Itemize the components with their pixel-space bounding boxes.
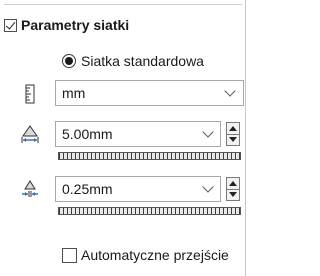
increment-arrow-icon[interactable]: [227, 123, 239, 134]
auto-transition-option[interactable]: Automatyczne przejście: [62, 246, 229, 264]
chevron-down-icon[interactable]: [196, 125, 220, 138]
global-size-value: 5.00mm: [62, 126, 113, 142]
increment-arrow-icon[interactable]: [227, 178, 239, 189]
mesh-parameters-checkbox[interactable]: [4, 18, 17, 32]
auto-transition-checkbox[interactable]: [62, 247, 77, 263]
mesh-parameters-title: Parametry siatki: [21, 17, 130, 33]
mesh-parameters-panel: Parametry siatki Siatka standardowa mm 5…: [0, 0, 246, 276]
global-size-spinner[interactable]: [226, 122, 240, 146]
global-element-size-icon: [20, 124, 40, 144]
chevron-down-icon[interactable]: [196, 180, 220, 193]
tolerance-input[interactable]: 0.25mm: [55, 176, 221, 202]
global-size-thumbwheel[interactable]: [58, 152, 241, 160]
standard-mesh-option[interactable]: Siatka standardowa: [62, 52, 204, 70]
tolerance-spinner[interactable]: [226, 177, 240, 201]
auto-transition-label: Automatyczne przejście: [81, 247, 229, 263]
chevron-down-icon[interactable]: [217, 84, 243, 97]
decrement-arrow-icon[interactable]: [227, 188, 239, 201]
standard-mesh-label: Siatka standardowa: [81, 53, 204, 69]
standard-mesh-radio[interactable]: [62, 54, 76, 68]
group-frame: [4, 4, 242, 5]
units-value: mm: [62, 85, 86, 101]
ruler-icon: [20, 84, 40, 104]
tolerance-value: 0.25mm: [62, 181, 113, 197]
tolerance-thumbwheel[interactable]: [58, 207, 241, 215]
units-select[interactable]: mm: [55, 80, 244, 106]
tolerance-icon: [20, 178, 40, 198]
global-size-input[interactable]: 5.00mm: [55, 121, 221, 147]
mesh-parameters-header[interactable]: Parametry siatki: [4, 15, 129, 35]
decrement-arrow-icon[interactable]: [227, 133, 239, 146]
